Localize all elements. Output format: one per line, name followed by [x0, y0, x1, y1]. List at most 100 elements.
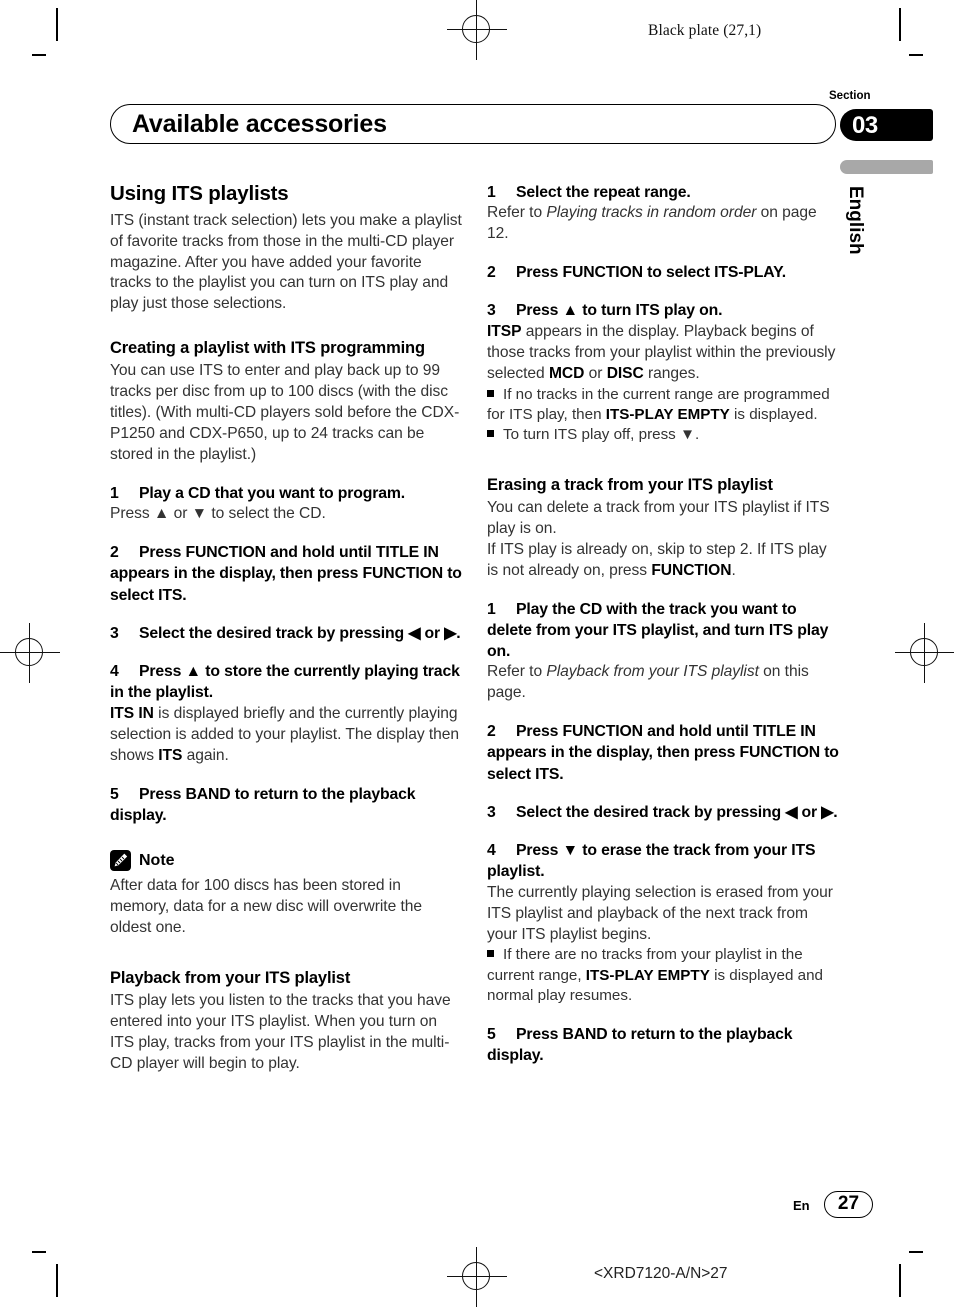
bullet-text-end: is displayed.: [729, 405, 818, 423]
step-text: Press: [516, 842, 563, 860]
up-arrow-icon: ▲: [562, 302, 579, 320]
pencil-icon: [110, 850, 131, 872]
left-arrow-icon: ◀: [408, 624, 421, 642]
crop-mark-top-right-v: [899, 8, 901, 41]
right-arrow-icon: ▶: [444, 624, 457, 642]
step-number: 4: [487, 842, 496, 860]
display-code: MCD: [548, 364, 585, 382]
step-text: Play a CD that you want to program.: [139, 485, 405, 503]
step-detail: Refer to Playback from your ITS playlist…: [487, 662, 839, 704]
crop-mark-top-right-h: [909, 54, 923, 56]
step-text: Press BAND to return to the playback dis…: [110, 785, 416, 824]
document-code-footer: <XRD7120-A/N>27: [594, 1265, 728, 1282]
crop-mark-bottom-right-h: [909, 1251, 923, 1253]
step-item: 3 Press ▲ to turn ITS play on.: [487, 300, 839, 321]
down-arrow-icon: ▼: [679, 426, 696, 444]
display-code: ITS-PLAY EMPTY: [605, 405, 730, 423]
page-title: Available accessories: [132, 110, 387, 138]
bullet-text: To turn ITS play off, press: [503, 426, 680, 444]
document-page: Black plate (27,1) <XRD7120-A/N>27 Avail…: [0, 0, 954, 1307]
display-code: DISC: [606, 364, 644, 382]
step-text-mid: or: [420, 624, 445, 642]
step-text-end: .: [833, 803, 838, 821]
step-item: 1 Play a CD that you want to program.: [110, 483, 462, 504]
display-code: ITS-PLAY EMPTY: [585, 966, 710, 984]
step-text: Press: [516, 302, 563, 320]
step-text: Select the repeat range.: [516, 184, 691, 201]
right-arrow-icon: ▶: [821, 803, 834, 821]
display-code: ITS: [158, 746, 183, 764]
bullet-text-end: .: [695, 426, 700, 444]
step-item: 5 Press BAND to return to the playback di…: [487, 1024, 839, 1066]
step-text: Press BAND to return to the playback dis…: [487, 1025, 793, 1065]
note-label: Note: [139, 851, 175, 869]
registration-mark-right: [895, 623, 954, 683]
registration-mark-top: [447, 0, 507, 60]
language-tab-label: English: [845, 186, 866, 255]
step-number: 1: [487, 600, 496, 618]
step-detail: ITS IN is displayed briefly and the curr…: [110, 704, 462, 767]
left-column: Using ITS playlists ITS (instant track s…: [110, 182, 462, 1075]
step-item: 1 Play the CD with the track you want to …: [487, 599, 839, 663]
step-number: 5: [487, 1025, 496, 1043]
step-detail-mid: or: [584, 364, 607, 382]
step-detail-suffix: to select the CD.: [207, 505, 326, 523]
step-item: 2 Press FUNCTION and hold until TITLE IN …: [110, 542, 462, 606]
display-code: FUNCTION: [651, 561, 732, 579]
step-detail-prefix: Refer to: [487, 663, 547, 681]
registration-mark-bottom: [447, 1247, 507, 1307]
square-bullet-icon: [487, 389, 494, 397]
page-number: 27: [837, 1193, 860, 1214]
step-detail-text-end: again.: [182, 746, 229, 764]
step-number: 3: [487, 302, 496, 320]
crop-mark-bottom-left-h: [32, 1251, 46, 1253]
step-item: 3 Select the desired track by pressing ◀ …: [110, 623, 462, 644]
paragraph-erasing-body-1: You can delete a track from your ITS pla…: [487, 498, 830, 537]
list-item: To turn ITS play off, press ▼.: [487, 425, 839, 445]
paragraph-playback-body: ITS play lets you listen to the tracks t…: [110, 991, 451, 1072]
step-text: Select the desired track by pressing: [516, 803, 786, 821]
section-number: 03: [852, 112, 878, 139]
step-text: Press: [139, 663, 186, 681]
right-column: 1 Select the repeat range. Refer to Playi…: [487, 182, 839, 1066]
step-number: 3: [110, 624, 119, 642]
bullet-list: If no tracks in the current range are pr…: [487, 385, 839, 446]
crop-mark-bottom-right-v: [899, 1264, 901, 1297]
up-arrow-icon: ▲: [185, 663, 202, 681]
cross-reference: Playing tracks in random order: [546, 204, 757, 222]
note-body: After data for 100 discs has been stored…: [110, 877, 422, 936]
step-text-end: .: [456, 624, 461, 642]
footer-language-code: En: [793, 1198, 810, 1213]
paragraph-erasing-body-2: If ITS play is already on, skip to step …: [487, 540, 839, 582]
step-item: 1 Select the repeat range.: [487, 182, 839, 203]
step-text: Press FUNCTION and hold until TITLE IN a…: [110, 544, 462, 604]
step-item: 3 Select the desired track by pressing ◀ …: [487, 802, 839, 823]
bullet-list: If there are no tracks from your playlis…: [487, 945, 839, 1006]
step-item: 5 Press BAND to return to the playback di…: [110, 784, 462, 826]
step-detail: ITSP appears in the display. Playback be…: [487, 322, 839, 385]
left-arrow-icon: ◀: [785, 803, 798, 821]
square-bullet-icon: [487, 950, 494, 958]
heading-creating-playlist: Creating a playlist with ITS programming: [110, 339, 425, 358]
paragraph-creating-body: You can use ITS to enter and play back u…: [110, 362, 460, 464]
step-text: Select the desired track by pressing: [139, 624, 409, 642]
step-text: Press FUNCTION to select ITS-PLAY.: [516, 264, 786, 282]
step-number: 3: [487, 803, 496, 821]
section-label: Section: [829, 90, 871, 102]
step-text-mid: or: [797, 803, 822, 821]
cross-reference: Playback from your ITS playlist: [546, 663, 759, 681]
note-block-header: Note: [110, 850, 462, 872]
step-detail-mid: or: [169, 505, 192, 523]
crop-mark-top-left-h: [32, 54, 46, 56]
language-tab-bar: [840, 160, 933, 174]
step-detail-prefix: Press: [110, 505, 154, 523]
step-detail: Refer to Playing tracks in random order …: [487, 203, 839, 245]
step-number: 2: [487, 264, 496, 282]
step-item: 2 Press FUNCTION to select ITS-PLAY.: [487, 262, 839, 283]
step-detail: Press ▲ or ▼ to select the CD.: [110, 504, 462, 525]
step-number: 4: [110, 663, 119, 681]
heading-erasing-track: Erasing a track from your ITS playlist: [487, 475, 773, 494]
down-arrow-icon: ▼: [191, 505, 208, 523]
erasing-text-end: .: [731, 561, 736, 579]
step-number: 2: [487, 723, 496, 741]
